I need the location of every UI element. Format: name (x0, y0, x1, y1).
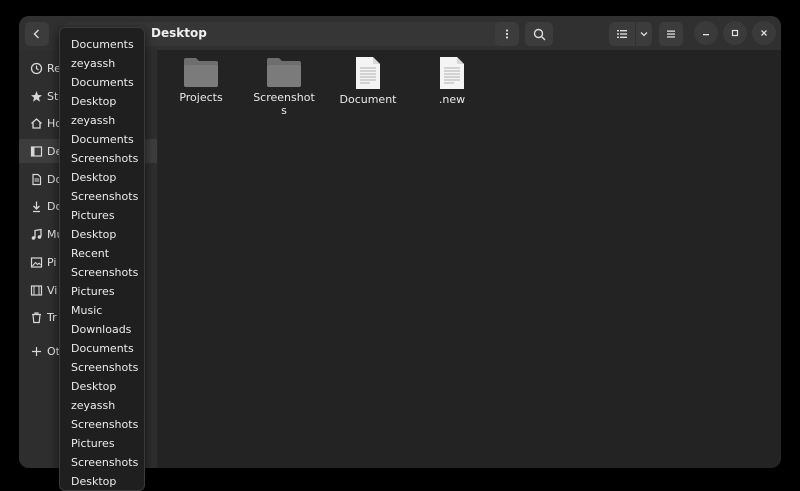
file-item-new[interactable]: .new (412, 56, 492, 106)
history-item[interactable]: Screenshots (71, 149, 138, 168)
history-item[interactable]: Documents (71, 339, 134, 358)
star-icon (29, 89, 43, 103)
file-label: .new (438, 93, 466, 106)
main-menu-button[interactable] (659, 22, 683, 46)
chevron-down-icon (640, 32, 648, 37)
list-view-icon (617, 30, 627, 38)
back-button[interactable] (25, 22, 49, 46)
view-options-button[interactable] (636, 22, 652, 46)
trash-icon (29, 310, 43, 324)
history-item[interactable]: zeyassh (71, 111, 115, 130)
home-icon (29, 116, 43, 130)
file-label: Document (339, 93, 397, 106)
history-item[interactable]: Documents (71, 35, 134, 54)
close-button[interactable] (752, 21, 776, 45)
sidebar-item-label: St (47, 89, 59, 103)
file-item-screenshots[interactable]: Screenshots (244, 56, 324, 117)
history-item[interactable]: Screenshots (71, 453, 138, 472)
history-item[interactable]: zeyassh (71, 54, 115, 73)
close-icon (761, 30, 767, 36)
document-icon (29, 172, 43, 186)
history-item[interactable]: Recent (71, 244, 109, 263)
history-item[interactable]: Music (71, 301, 102, 320)
history-item[interactable]: Pictures (71, 206, 115, 225)
history-item[interactable]: Screenshots (71, 263, 138, 282)
chevron-left-icon (33, 29, 39, 39)
history-item[interactable]: Desktop (71, 225, 116, 244)
folder-icon (184, 58, 218, 87)
sidebar-item-label: Tr (47, 310, 57, 324)
history-dropdown-menu: Documents zeyassh Documents Desktop zeya… (59, 27, 145, 491)
search-icon (533, 28, 545, 40)
history-item[interactable]: Desktop (71, 168, 116, 187)
hamburger-icon (667, 30, 675, 38)
folder-icon (267, 58, 301, 87)
video-icon (29, 283, 43, 297)
minimize-button[interactable] (694, 21, 718, 45)
search-button[interactable] (525, 22, 553, 46)
history-item[interactable]: Documents (71, 73, 134, 92)
text-document-icon (440, 57, 464, 89)
sidebar-item-label: Vi (47, 283, 58, 297)
history-item[interactable]: Pictures (71, 282, 115, 301)
picture-icon (29, 255, 43, 269)
history-item[interactable]: Downloads (71, 320, 131, 339)
file-grid: Projects Screenshots Document .new (158, 50, 781, 468)
file-item-projects[interactable]: Projects (161, 56, 241, 104)
sidebar-item-label: Pi (47, 255, 57, 269)
file-item-document[interactable]: Document (328, 56, 408, 106)
music-icon (29, 227, 43, 241)
history-item[interactable]: Screenshots (71, 358, 138, 377)
history-item[interactable]: zeyassh (71, 396, 115, 415)
history-item[interactable]: Desktop (71, 377, 116, 396)
history-item[interactable]: Pictures (71, 434, 115, 453)
file-label: Screenshots (253, 91, 315, 117)
recent-icon (29, 61, 43, 75)
history-item[interactable]: Desktop (71, 92, 116, 111)
path-menu-button[interactable] (495, 22, 519, 46)
download-icon (29, 199, 43, 213)
history-item[interactable]: Documents (71, 130, 134, 149)
vertical-dots-icon (505, 29, 509, 39)
history-item[interactable]: Desktop (71, 472, 116, 491)
file-label: Projects (179, 91, 223, 104)
plus-icon (29, 344, 43, 358)
desktop-icon (29, 144, 43, 158)
maximize-icon (731, 29, 739, 37)
minimize-icon (703, 34, 709, 36)
path-current[interactable]: Desktop (151, 26, 207, 40)
history-item[interactable]: Screenshots (71, 415, 138, 434)
history-item[interactable]: Screenshots (71, 187, 138, 206)
text-document-icon (356, 57, 380, 89)
view-list-button[interactable] (609, 22, 635, 46)
maximize-button[interactable] (723, 21, 747, 45)
